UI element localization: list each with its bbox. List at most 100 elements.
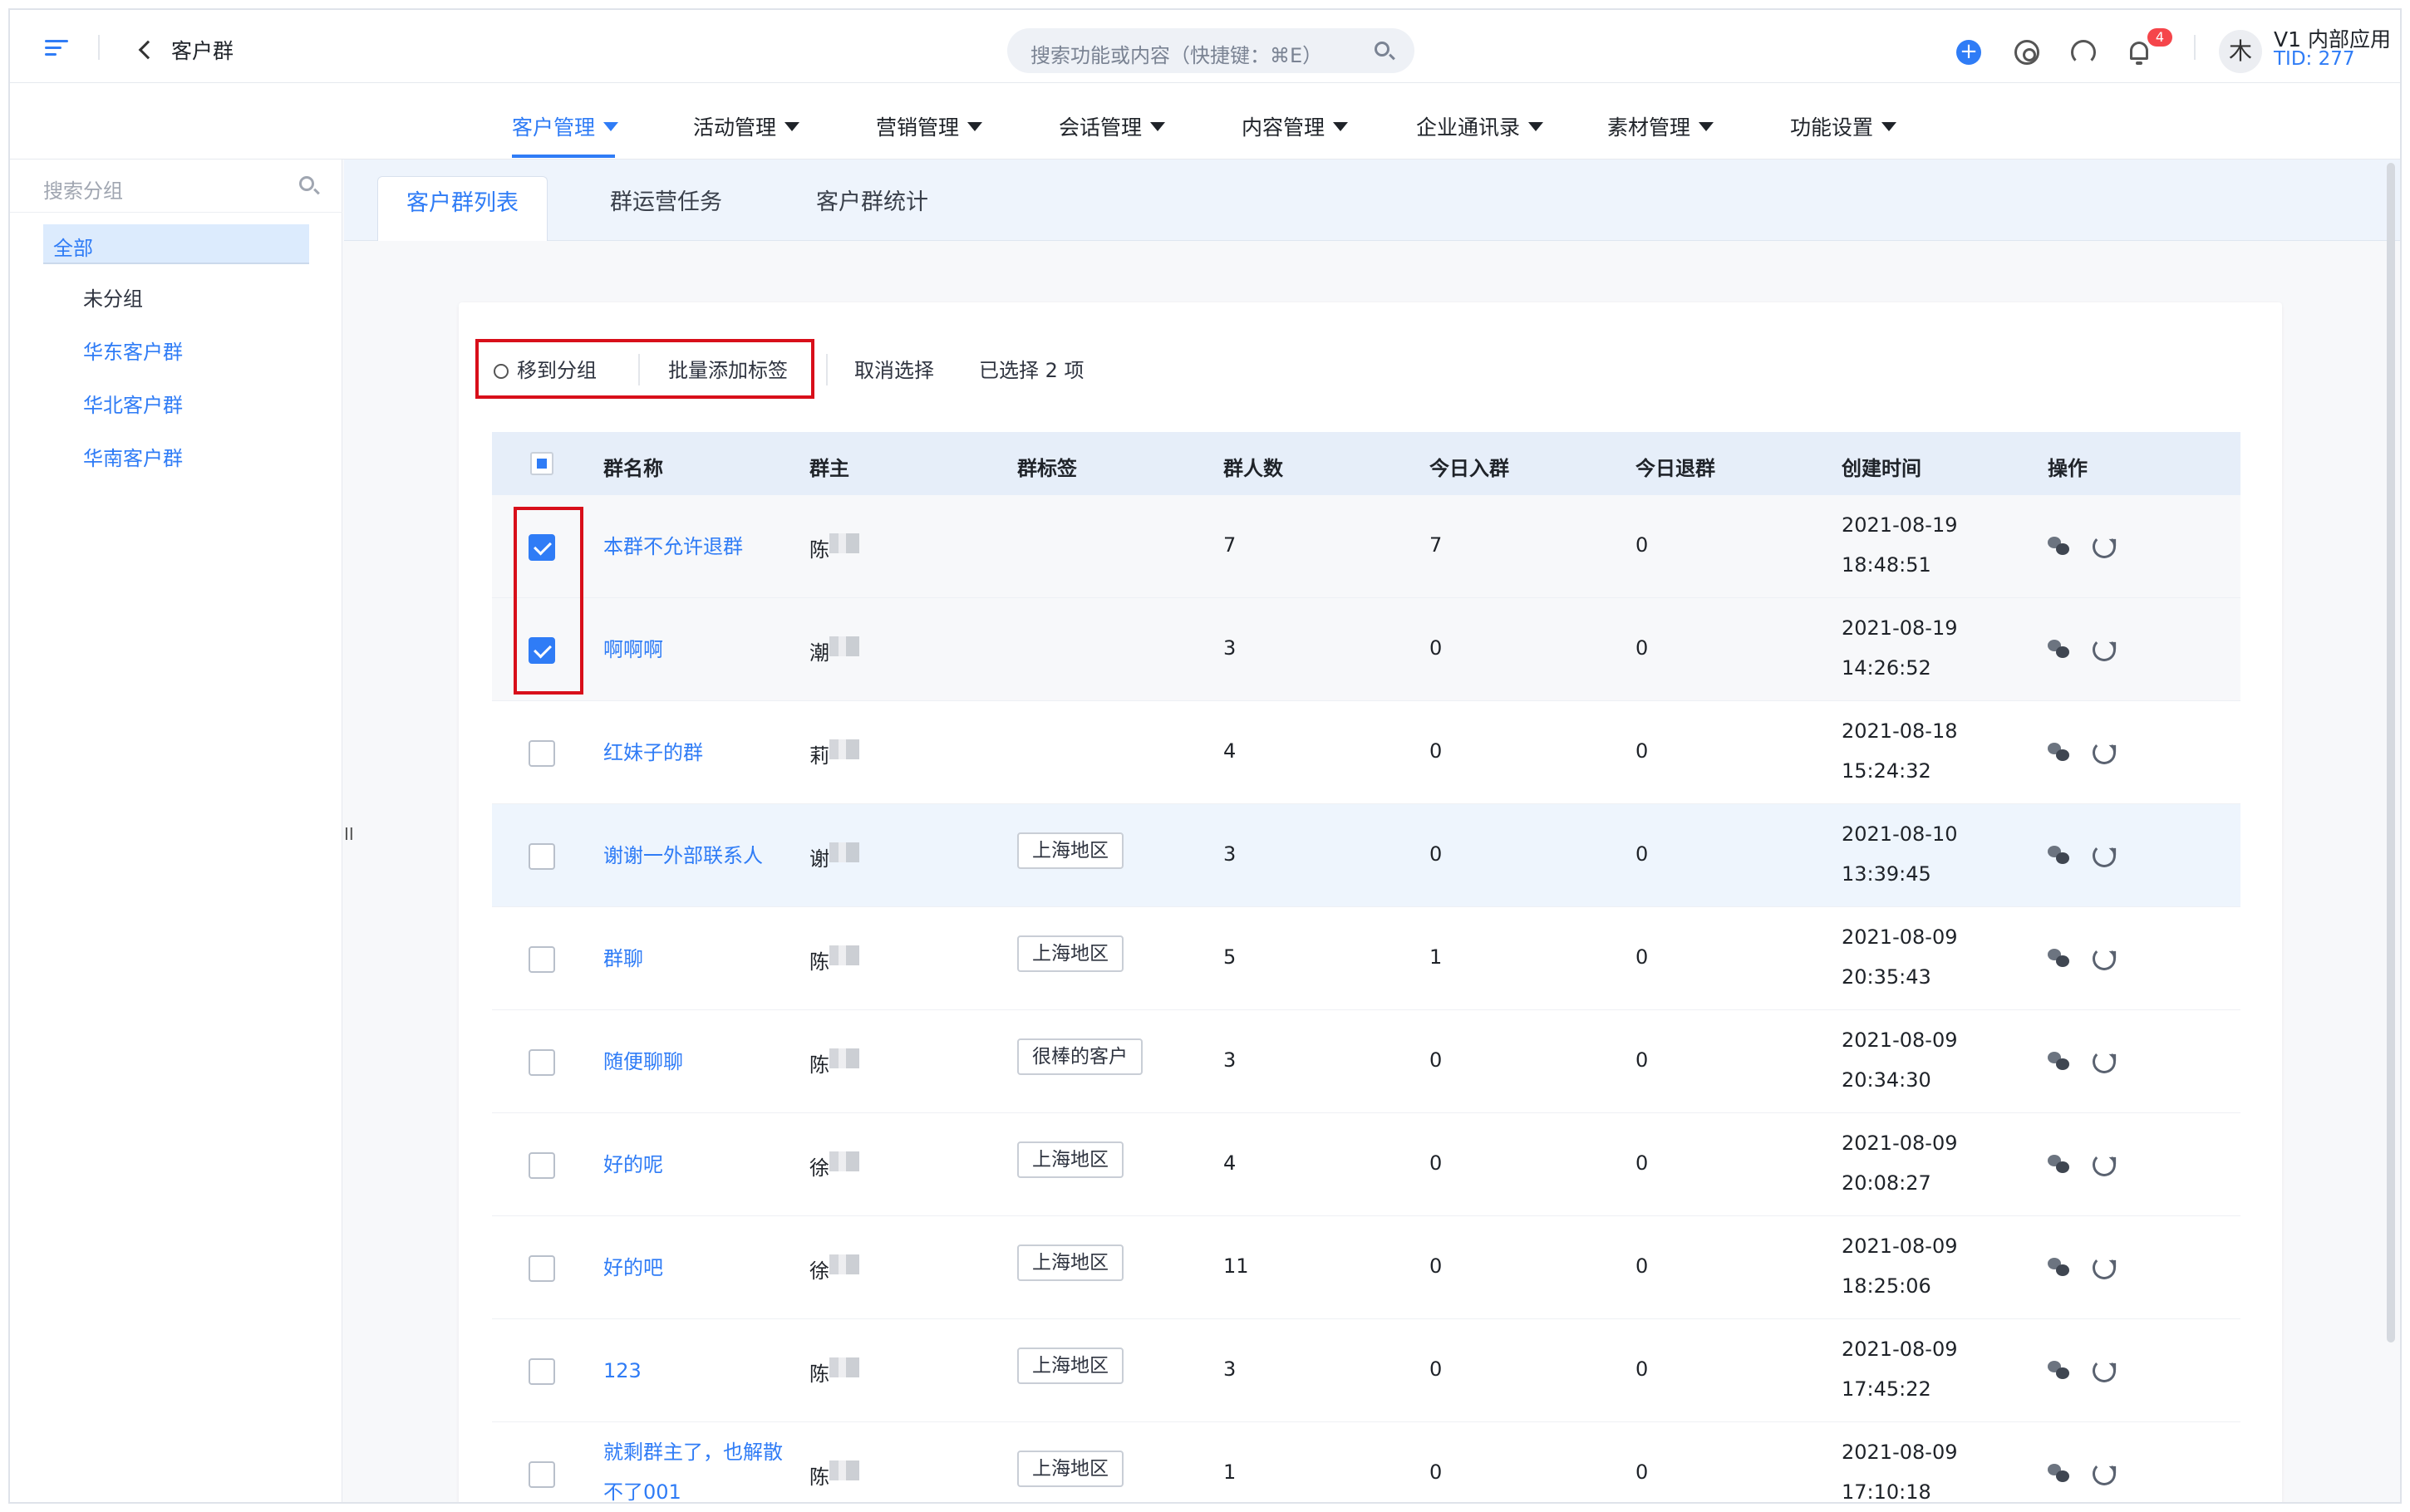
nav-material-management[interactable]: 素材管理 (1607, 111, 1714, 141)
group-name-link[interactable]: 随便聊聊 (603, 1042, 803, 1082)
chat-icon[interactable] (2048, 537, 2069, 557)
sync-icon[interactable] (2093, 1153, 2116, 1176)
sidebar-item-ungrouped[interactable]: 未分组 (83, 282, 143, 312)
group-name-link[interactable]: 就剩群主了，也解散不了001 (603, 1432, 794, 1502)
table-row[interactable]: 好的呢徐 上海地区 4 0 0 2021-08-09 20:08:27 (492, 1113, 2240, 1216)
scrollbar[interactable] (2387, 163, 2395, 1343)
col-group-name: 群名称 (603, 457, 663, 480)
chat-icon[interactable] (2048, 743, 2069, 763)
chat-icon[interactable] (2048, 846, 2069, 866)
created-time: 2021-08-09 20:35:43 (1842, 917, 1957, 997)
tab-group-stats[interactable]: 客户群统计 (788, 176, 957, 241)
sync-icon[interactable] (2093, 1050, 2116, 1073)
chat-icon[interactable] (2048, 1361, 2069, 1381)
menu-toggle-icon[interactable] (45, 40, 68, 56)
table-row[interactable]: 本群不允许退群陈 7 7 0 2021-08-19 18:48:51 (492, 495, 2240, 598)
created-date: 2021-08-09 (1842, 1338, 1958, 1361)
notification-bell-icon[interactable] (2127, 40, 2152, 65)
chat-icon[interactable] (2048, 1155, 2069, 1175)
sync-icon[interactable] (2093, 535, 2116, 558)
chat-icon[interactable] (2048, 1258, 2069, 1278)
select-all-checkbox[interactable] (530, 452, 553, 475)
row-checkbox[interactable] (529, 1358, 555, 1385)
nav-session-management[interactable]: 会话管理 (1059, 111, 1166, 141)
nav-label: 营销管理 (876, 115, 960, 140)
nav-active-indicator (512, 155, 615, 158)
row-checkbox[interactable] (529, 843, 555, 870)
group-name-link[interactable]: 123 (603, 1351, 803, 1391)
sidebar-collapse-handle[interactable]: II (344, 824, 354, 844)
chat-icon[interactable] (2048, 1464, 2069, 1484)
sync-icon[interactable] (2093, 844, 2116, 867)
search-icon[interactable] (299, 176, 314, 191)
nav-customer-management[interactable]: 客户管理 (512, 111, 619, 141)
group-tag: 很棒的客户 (1017, 1038, 1143, 1075)
sync-icon[interactable] (2093, 1462, 2116, 1485)
row-checkbox[interactable] (529, 1461, 555, 1488)
group-name-link[interactable]: 谢谢一外部联系人 (603, 836, 803, 876)
row-checkbox[interactable] (529, 1152, 555, 1179)
support-headset-icon[interactable] (2071, 40, 2096, 65)
table-row[interactable]: 啊啊啊潮 3 0 0 2021-08-19 14:26:52 (492, 598, 2240, 701)
caret-down-icon (967, 122, 983, 131)
group-search-input[interactable]: 搜索分组 (10, 160, 342, 213)
caret-down-icon (603, 122, 619, 131)
row-checkbox[interactable] (529, 1255, 555, 1282)
joined-today: 0 (1429, 1151, 1443, 1175)
avatar[interactable]: 木 (2219, 30, 2262, 73)
tab-group-ops-tasks[interactable]: 群运营任务 (582, 176, 750, 241)
search-icon[interactable] (1375, 42, 1389, 56)
nav-enterprise-directory[interactable]: 企业通讯录 (1416, 111, 1544, 141)
table-row[interactable]: 随便聊聊陈 很棒的客户 3 0 0 2021-08-09 20:34:30 (492, 1010, 2240, 1113)
table-row[interactable]: 好的吧徐 上海地区 11 0 0 2021-08-09 18:25:06 (492, 1216, 2240, 1319)
row-checkbox[interactable] (529, 1049, 555, 1076)
nav-function-settings[interactable]: 功能设置 (1790, 111, 1897, 141)
table-row[interactable]: 123 陈 上海地区 3 0 0 2021-08-09 17:45:22 (492, 1319, 2240, 1422)
group-name-link[interactable]: 好的呢 (603, 1145, 803, 1185)
batch-add-tag-button[interactable]: 批量添加标签 (668, 354, 788, 383)
sync-icon[interactable] (2093, 741, 2116, 764)
group-name-link[interactable]: 本群不允许退群 (603, 527, 803, 567)
sidebar-item-all[interactable]: 全部 (43, 224, 309, 264)
group-sidebar: 搜索分组 全部 未分组 华东客户群 华北客户群 华南客户群 (10, 160, 342, 1502)
table-row[interactable]: 群聊陈 上海地区 5 1 0 2021-08-09 20:35:43 (492, 907, 2240, 1010)
group-name-link[interactable]: 群聊 (603, 939, 803, 979)
created-clock: 18:25:06 (1842, 1274, 1931, 1298)
cancel-selection-button[interactable]: 取消选择 (854, 354, 934, 383)
blurred-name (829, 1460, 859, 1480)
table-row[interactable]: 红妹子的群莉 4 0 0 2021-08-18 15:24:32 (492, 701, 2240, 804)
group-tag: 上海地区 (1017, 832, 1124, 869)
back-chevron-icon[interactable] (138, 40, 158, 60)
add-icon[interactable]: + (1956, 40, 1981, 65)
move-group-button[interactable]: 移到分组 (494, 354, 597, 383)
sync-icon[interactable] (2093, 947, 2116, 970)
global-search-input[interactable]: 搜索功能或内容（快捷键：⌘E） (1007, 28, 1414, 73)
nav-content-management[interactable]: 内容管理 (1242, 111, 1349, 141)
nav-marketing-management[interactable]: 营销管理 (876, 111, 983, 141)
created-time: 2021-08-10 13:39:45 (1842, 814, 1957, 894)
sync-icon[interactable] (2093, 1359, 2116, 1382)
owner-name: 陈 (809, 1053, 829, 1077)
joined-today: 0 (1429, 1357, 1443, 1381)
table-row[interactable]: 就剩群主了，也解散不了001 陈 上海地区 1 0 0 2021-08-09 17:10:18 (492, 1422, 2240, 1502)
table-row[interactable]: 谢谢一外部联系人谢 上海地区 3 0 0 2021-08-10 13:39:45 (492, 804, 2240, 907)
member-count: 11 (1223, 1254, 1249, 1278)
sidebar-item-south[interactable]: 华南客户群 (83, 442, 183, 471)
chat-icon[interactable] (2048, 640, 2069, 660)
chat-icon[interactable] (2048, 949, 2069, 969)
caret-down-icon (1881, 122, 1897, 131)
group-name-link[interactable]: 好的吧 (603, 1248, 803, 1288)
row-checkbox[interactable] (529, 740, 555, 767)
sync-icon[interactable] (2093, 1256, 2116, 1279)
sidebar-item-east[interactable]: 华东客户群 (83, 336, 183, 365)
group-name-link[interactable]: 红妹子的群 (603, 733, 803, 773)
sync-icon[interactable] (2093, 638, 2116, 661)
chat-icon[interactable] (2048, 1052, 2069, 1072)
sidebar-item-north[interactable]: 华北客户群 (83, 389, 183, 418)
row-checkbox[interactable] (529, 946, 555, 973)
top-bar: 客户群 搜索功能或内容（快捷键：⌘E） + 4 木 V1 内部应用 TID: 2… (10, 10, 2400, 83)
tab-group-list[interactable]: 客户群列表 (377, 176, 548, 241)
settings-gear-icon[interactable] (2014, 40, 2039, 65)
group-name-link[interactable]: 啊啊啊 (603, 630, 803, 670)
nav-activity-management[interactable]: 活动管理 (693, 111, 800, 141)
